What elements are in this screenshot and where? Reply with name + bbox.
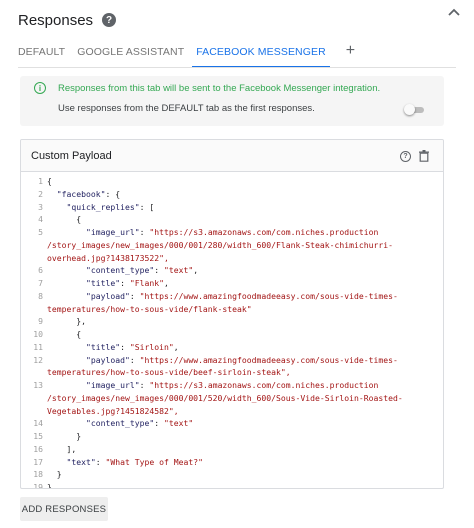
code-line: 8 "payload": "https://www.amazingfoodmad…	[21, 290, 443, 303]
tab-facebook-messenger[interactable]: FACEBOOK MESSENGER	[192, 44, 330, 68]
line-number: 10	[33, 329, 43, 339]
code-line: 10 {	[21, 328, 443, 341]
code-text: {	[47, 329, 82, 339]
line-number: 17	[33, 456, 43, 467]
code-text: "content_type": "text",	[85, 265, 199, 276]
code-line: temperatures/how-to-sous-vide/beef-sirlo…	[21, 366, 443, 379]
code-text: /story_images/new_images/000/001/280/wid…	[47, 239, 393, 250]
code-line: 16 ],	[21, 443, 443, 456]
code-text: "quick_replies": [	[66, 201, 155, 212]
line-number: 15	[33, 431, 43, 441]
code-line: 12 "payload": "https://www.amazingfoodma…	[21, 354, 443, 367]
add-tab-button[interactable]: +	[346, 43, 355, 59]
info-icon: i	[34, 82, 46, 94]
custom-payload-card: Custom Payload ? 1{2 "facebook": {3 "qui…	[20, 139, 444, 489]
line-number	[21, 239, 47, 252]
code-text: {	[47, 214, 82, 225]
chevron-up-icon[interactable]	[446, 4, 462, 20]
code-text: temperatures/how-to-sous-vide/beef-sirlo…	[47, 367, 291, 378]
line-number: 12	[33, 354, 43, 365]
line-number: 7	[38, 278, 43, 288]
line-number	[21, 303, 47, 316]
page-title: Responses	[18, 11, 94, 29]
code-line: 14 "content_type": "text"	[21, 417, 443, 430]
toggle-thumb	[404, 104, 415, 115]
help-icon[interactable]: ?	[102, 13, 117, 27]
line-number: 5	[38, 227, 43, 237]
line-number: 8	[38, 290, 43, 301]
add-responses-button[interactable]: ADD RESPONSES	[20, 497, 108, 521]
responses-header: Responses ?	[18, 8, 456, 32]
code-line: overhead.jpg?1438173522",	[21, 252, 443, 265]
code-text: ],	[47, 443, 77, 454]
custom-payload-title: Custom Payload	[31, 149, 112, 162]
code-text: /story_images/new_images/000/001/520/wid…	[47, 392, 403, 403]
code-line: temperatures/how-to-sous-vide/flank-stea…	[21, 303, 443, 316]
code-text: "title": "Flank",	[85, 278, 169, 288]
default-responses-label: Use responses from the DEFAULT tab as th…	[58, 103, 315, 114]
payload-code-editor[interactable]: 1{2 "facebook": {3 "quick_replies": [4 {…	[21, 173, 443, 488]
code-line: 1{	[21, 175, 443, 188]
help-outline-icon[interactable]: ?	[400, 150, 411, 162]
line-number: 13	[33, 380, 43, 390]
line-number: 4	[38, 214, 43, 225]
trash-icon[interactable]	[419, 150, 429, 162]
code-line: 19}	[21, 481, 443, 489]
code-text: }	[47, 469, 62, 480]
code-text: Vegetables.jpg?1451824582",	[47, 405, 179, 416]
code-text: "content_type": "text"	[85, 418, 194, 429]
code-line: /story_images/new_images/000/001/280/wid…	[21, 239, 443, 252]
code-text: }	[47, 482, 52, 489]
code-line: 2 "facebook": {	[21, 188, 443, 201]
code-line: 4 {	[21, 213, 443, 226]
code-text: "image_url": "https://s3.amazonaws.com/c…	[85, 380, 379, 390]
code-line: 9 },	[21, 315, 443, 328]
code-text: temperatures/how-to-sous-vide/flank-stea…	[47, 303, 252, 314]
tab-default[interactable]: DEFAULT	[18, 44, 65, 68]
integration-info-panel: i Responses from this tab will be sent t…	[20, 76, 444, 126]
code-line: /story_images/new_images/000/001/520/wid…	[21, 392, 443, 405]
code-text: "text": "What Type of Meat?"	[66, 456, 203, 467]
line-number: 19	[33, 482, 43, 489]
code-line: 15 }	[21, 430, 443, 443]
code-line: 13 "image_url": "https://s3.amazonaws.co…	[21, 379, 443, 392]
line-number: 3	[38, 201, 43, 212]
line-number: 2	[38, 188, 43, 199]
code-line: Vegetables.jpg?1451824582",	[21, 405, 443, 418]
custom-payload-header: Custom Payload	[21, 140, 443, 172]
code-line: 6 "content_type": "text",	[21, 264, 443, 277]
tabs-divider	[18, 67, 456, 68]
line-number: 18	[33, 469, 43, 480]
line-number: 1	[38, 176, 43, 186]
code-line: 5 "image_url": "https://s3.amazonaws.com…	[21, 226, 443, 239]
line-number: 6	[38, 265, 43, 276]
code-text: "payload": "https://www.amazingfoodmadee…	[85, 354, 398, 365]
code-line: 11 "title": "Sirloin",	[21, 341, 443, 354]
code-text: },	[47, 316, 86, 327]
line-number	[21, 405, 47, 418]
tab-bar: DEFAULT GOOGLE ASSISTANT FACEBOOK MESSEN…	[18, 43, 456, 68]
code-line: 17 "text": "What Type of Meat?"	[21, 456, 443, 469]
code-line: 3 "quick_replies": [	[21, 201, 443, 214]
code-line: 18 }	[21, 468, 443, 481]
line-number: 11	[33, 341, 43, 352]
code-text: "payload": "https://www.amazingfoodmadee…	[85, 290, 398, 301]
code-text: {	[47, 176, 52, 186]
code-text: overhead.jpg?1438173522",	[47, 252, 169, 263]
line-number	[21, 252, 47, 265]
line-number: 14	[33, 418, 43, 429]
code-text: "facebook": {	[56, 188, 121, 199]
code-text: "image_url": "https://s3.amazonaws.com/c…	[85, 227, 379, 237]
tab-google-assistant[interactable]: GOOGLE ASSISTANT	[77, 44, 184, 68]
code-text: "title": "Sirloin",	[85, 341, 179, 352]
integration-info-message: Responses from this tab will be sent to …	[58, 82, 381, 94]
line-number: 9	[38, 316, 43, 327]
default-responses-toggle[interactable]	[404, 104, 424, 115]
line-number	[21, 392, 47, 405]
line-number: 16	[33, 443, 43, 454]
code-text: }	[47, 431, 82, 441]
line-number	[21, 366, 47, 379]
code-line: 7 "title": "Flank",	[21, 277, 443, 290]
